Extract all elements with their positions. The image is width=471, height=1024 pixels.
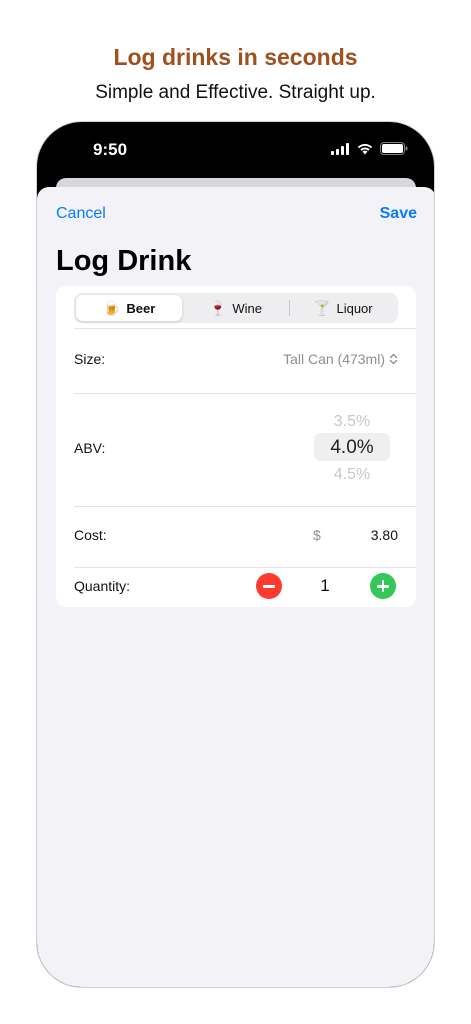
segment-label: Wine [232,300,263,316]
cost-label: Cost: [74,527,107,543]
segment-label: Beer [126,300,156,316]
size-label: Size: [74,351,106,367]
cellular-signal-icon [331,142,349,155]
drink-type-segmented-control: 🍺 Beer 🍷 Wine 🍸 Liquor [74,293,398,323]
phone-frame: 9:50 Cancel Save Log Drink 🍺 Beer 🍷 Wine… [36,121,435,988]
abv-option-selected[interactable]: 4.0% [314,437,390,459]
status-icons [331,142,408,155]
cocktail-icon: 🍸 [313,299,331,316]
chevron-up-down-icon [389,353,398,365]
increment-quantity-button[interactable] [370,573,396,599]
cancel-button[interactable]: Cancel [56,205,106,223]
save-button[interactable]: Save [380,205,417,223]
segment-label: Liquor [336,300,373,316]
decrement-quantity-button[interactable] [256,573,282,599]
plus-icon-stroke [381,580,385,592]
segment-liquor[interactable]: 🍸 Liquor [290,295,396,321]
log-drink-sheet: Cancel Save Log Drink 🍺 Beer 🍷 Wine 🍸 Li… [37,187,434,987]
cost-input[interactable]: 3.80 [371,527,398,543]
page-title: Log Drink [56,245,192,277]
abv-label: ABV: [74,440,106,456]
minus-icon [263,585,275,588]
size-value: Tall Can (473ml) [283,351,385,367]
divider [74,393,416,394]
beer-icon: 🍺 [102,299,121,316]
divider [74,506,416,507]
promo-subhead: Simple and Effective. Straight up. [95,82,376,103]
abv-option[interactable]: 4.5% [314,466,390,484]
wifi-icon [357,143,373,155]
segment-wine[interactable]: 🍷 Wine [182,295,288,321]
promo-headline: Log drinks in seconds [113,44,358,70]
status-time: 9:50 [93,140,128,159]
abv-option[interactable]: 3.5% [314,413,390,431]
quantity-value: 1 [320,576,330,595]
currency-symbol: $ [313,527,321,543]
quantity-label: Quantity: [74,578,131,594]
wine-glass-icon: 🍷 [208,299,227,316]
divider [74,328,416,329]
segment-beer[interactable]: 🍺 Beer [76,295,183,321]
size-picker[interactable]: Tall Can (473ml) [283,351,398,367]
divider [74,567,416,568]
drink-form-card: 🍺 Beer 🍷 Wine 🍸 Liquor Size: Tall Can (4… [56,286,416,607]
battery-icon [380,142,408,155]
